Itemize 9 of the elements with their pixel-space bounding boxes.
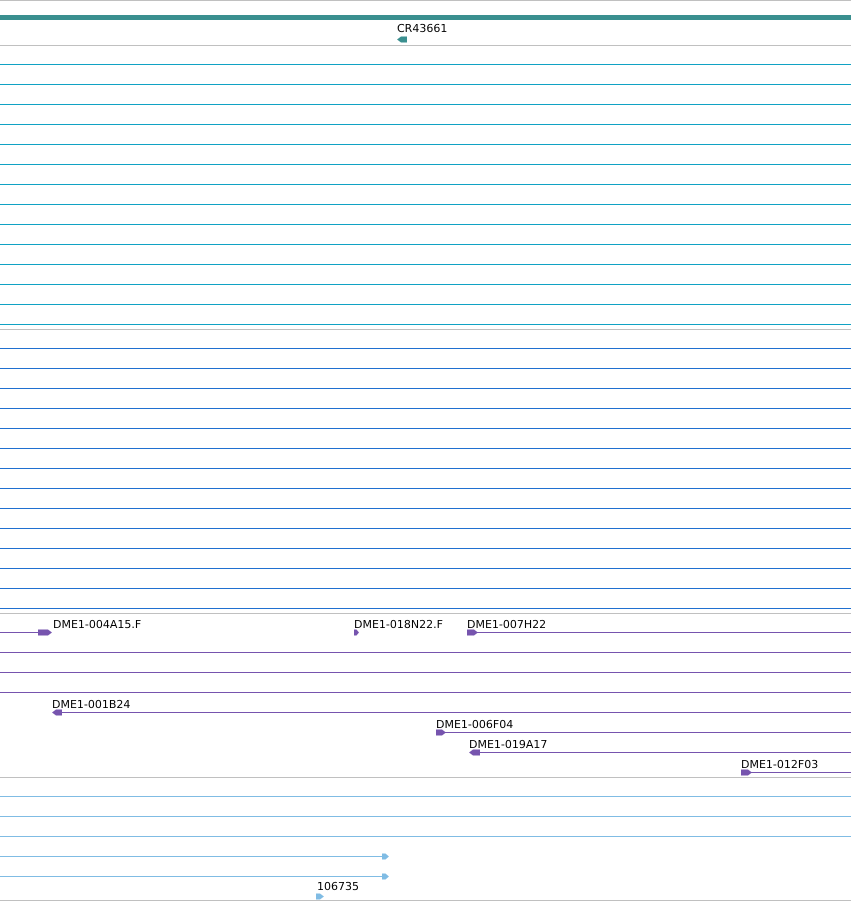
feature-label: CR43661	[397, 22, 448, 35]
feature-label: DME1-012F03	[741, 758, 818, 771]
feature-label: DME1-019A17	[469, 738, 548, 751]
feature-label: DME1-004A15.F	[53, 618, 142, 631]
feature-label: 106735	[317, 880, 359, 893]
feature-label: DME1-006F04	[436, 718, 514, 731]
feature-label: DME1-001B24	[52, 698, 130, 711]
feature-label: DME1-018N22.F	[354, 618, 443, 631]
feature-label: DME1-007H22	[467, 618, 546, 631]
